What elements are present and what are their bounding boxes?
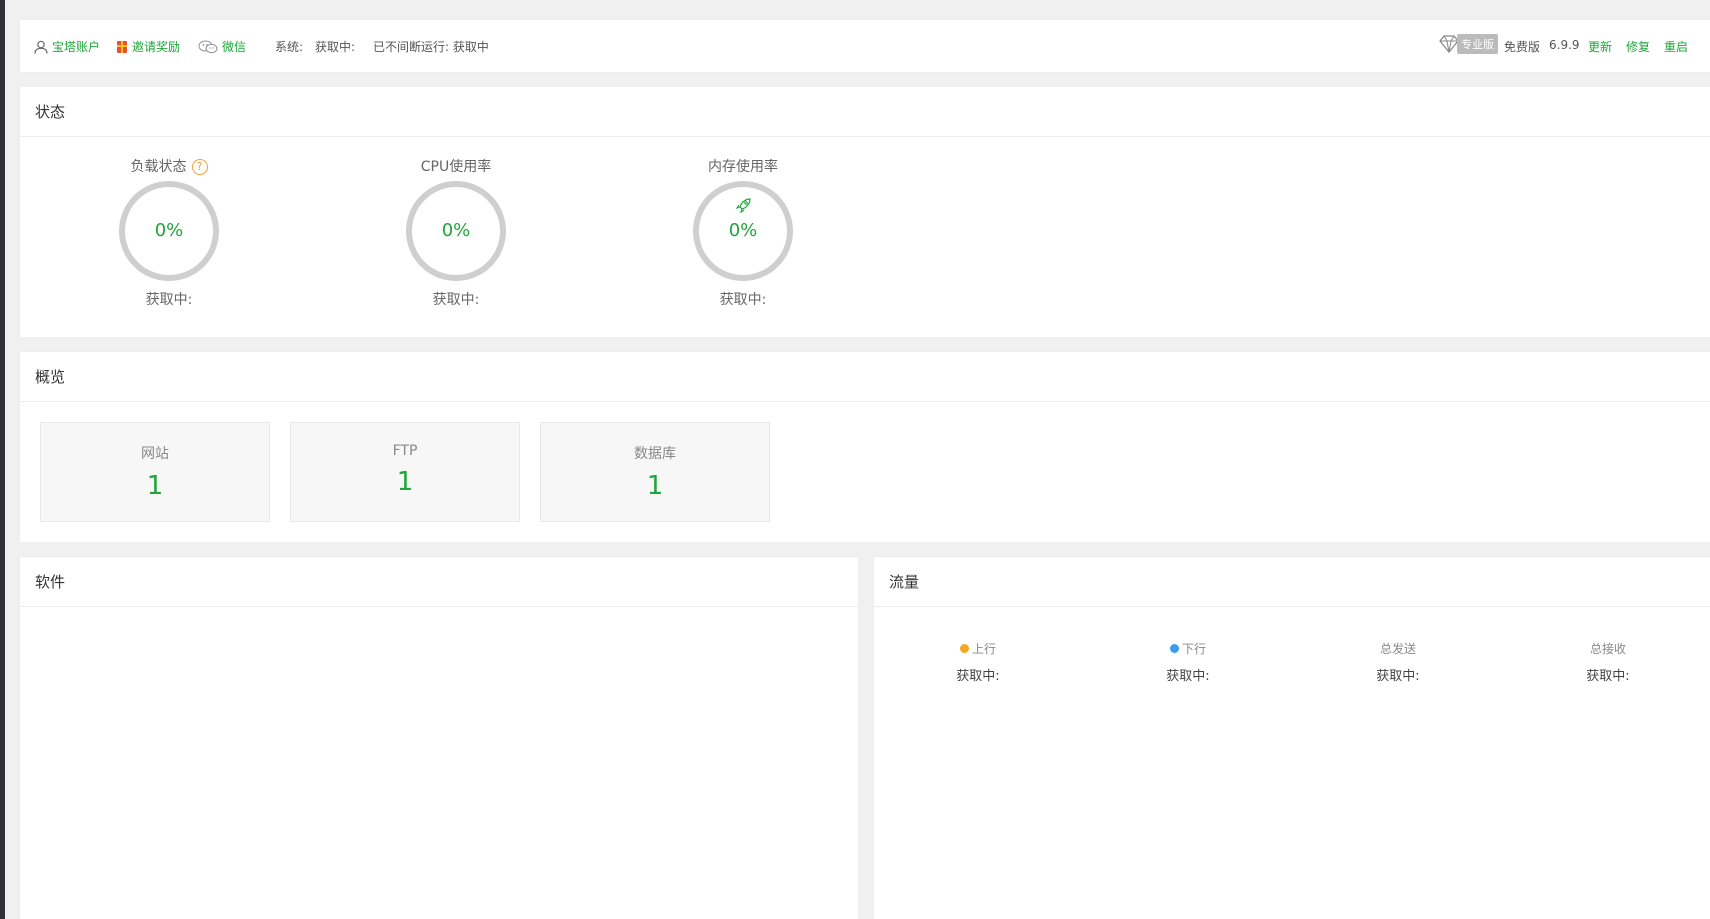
software-title: 软件 — [20, 557, 858, 607]
overview-website-name: 网站 — [141, 446, 169, 462]
memory-gauge-ring: 0% — [693, 181, 793, 281]
software-panel: 软件 — [20, 557, 858, 919]
overview-website-card[interactable]: 网站 1 — [40, 422, 270, 522]
traffic-upload-head: 上行 — [918, 640, 1038, 657]
traffic-upload-value: 获取中: — [956, 669, 1000, 684]
invite-label: 邀请奖励 — [132, 40, 181, 54]
load-gauge-sub: 获取中: — [145, 292, 193, 308]
restart-link[interactable]: 重启 — [1664, 38, 1688, 55]
diamond-icon — [1439, 35, 1459, 53]
traffic-download: 下行 获取中: — [1128, 640, 1248, 684]
load-gauge-label-row: 负载状态 ? — [104, 157, 234, 177]
overview-database-count[interactable]: 1 — [541, 471, 769, 501]
load-gauge-value: 0% — [154, 220, 184, 241]
cpu-gauge-label: CPU使用率 — [420, 159, 492, 175]
cpu-gauge-value: 0% — [441, 220, 471, 241]
top-header-bar: 宝塔账户 邀请奖励 微信 系统: 获取中: 已不间断运行: 获取中 专业版 免费… — [20, 20, 1710, 72]
load-gauge[interactable]: 负载状态 ? 0% 获取中: — [104, 157, 234, 309]
memory-gauge-value: 0% — [728, 220, 758, 241]
traffic-panel: 流量 上行 获取中: 下行 获取中: 总发送 获取中: 总接收 获取中: — [874, 557, 1710, 919]
traffic-total-received-value: 获取中: — [1586, 669, 1630, 684]
traffic-download-value: 获取中: — [1166, 669, 1210, 684]
cpu-gauge-ring: 0% — [406, 181, 506, 281]
overview-website-count[interactable]: 1 — [41, 471, 269, 501]
account-label: 宝塔账户 — [52, 40, 101, 54]
overview-database-card[interactable]: 数据库 1 — [540, 422, 770, 522]
wechat-icon — [198, 39, 218, 53]
traffic-total-sent-label: 总发送 — [1379, 642, 1416, 656]
system-label: 系统: — [275, 40, 304, 54]
traffic-total-sent: 总发送 获取中: — [1338, 640, 1458, 684]
left-sidebar-edge — [0, 0, 5, 919]
load-gauge-ring: 0% — [119, 181, 219, 281]
traffic-total-sent-value: 获取中: — [1376, 669, 1420, 684]
uptime-text: 已不间断运行: 获取中 — [373, 38, 489, 55]
pro-badge-label: 专业版 — [1457, 34, 1498, 54]
traffic-total-received: 总接收 获取中: — [1548, 640, 1668, 684]
system-info: 系统: 获取中: — [275, 38, 355, 55]
status-title: 状态 — [20, 87, 1710, 137]
invite-link[interactable]: 邀请奖励 — [116, 38, 180, 55]
pro-badge[interactable]: 专业版 — [1439, 34, 1498, 54]
overview-panel: 概览 网站 1 FTP 1 数据库 1 — [20, 352, 1710, 542]
upload-dot — [959, 644, 969, 653]
system-value: 获取中: — [315, 40, 356, 54]
traffic-upload-label: 上行 — [971, 642, 996, 656]
load-gauge-label: 负载状态 — [130, 159, 187, 175]
wechat-link[interactable]: 微信 — [198, 38, 246, 55]
download-dot — [1169, 644, 1179, 653]
account-link[interactable]: 宝塔账户 — [34, 38, 100, 55]
cpu-gauge-sub: 获取中: — [432, 292, 480, 308]
overview-title: 概览 — [20, 352, 1710, 402]
memory-gauge-label: 内存使用率 — [708, 159, 778, 175]
overview-ftp-count[interactable]: 1 — [291, 467, 519, 497]
traffic-download-label: 下行 — [1181, 642, 1206, 656]
overview-ftp-card[interactable]: FTP 1 — [290, 422, 520, 522]
overview-database-name: 数据库 — [634, 446, 676, 462]
traffic-title: 流量 — [874, 557, 1710, 607]
rocket-icon[interactable] — [735, 196, 753, 214]
traffic-download-head: 下行 — [1128, 640, 1248, 657]
edition-label: 免费版 — [1504, 40, 1541, 54]
wechat-label: 微信 — [222, 40, 247, 54]
cpu-gauge[interactable]: CPU使用率 0% 获取中: — [391, 157, 521, 309]
uptime-label: 已不间断运行: 获取中 — [373, 40, 489, 54]
repair-link[interactable]: 修复 — [1626, 38, 1650, 55]
memory-gauge[interactable]: 内存使用率 0% 获取中: — [678, 157, 808, 309]
overview-ftp-name: FTP — [392, 443, 418, 459]
status-panel: 状态 负载状态 ? 0% 获取中: CPU使用率 0% 获取中: 内存使用率 0… — [20, 87, 1710, 337]
traffic-upload: 上行 获取中: — [918, 640, 1038, 684]
help-icon[interactable]: ? — [191, 159, 208, 175]
version-label: 6.9.9 — [1549, 38, 1580, 52]
memory-gauge-sub: 获取中: — [719, 292, 767, 308]
traffic-total-received-label: 总接收 — [1589, 642, 1626, 656]
user-icon — [34, 40, 48, 54]
gift-icon — [117, 40, 127, 53]
update-link[interactable]: 更新 — [1588, 38, 1612, 55]
